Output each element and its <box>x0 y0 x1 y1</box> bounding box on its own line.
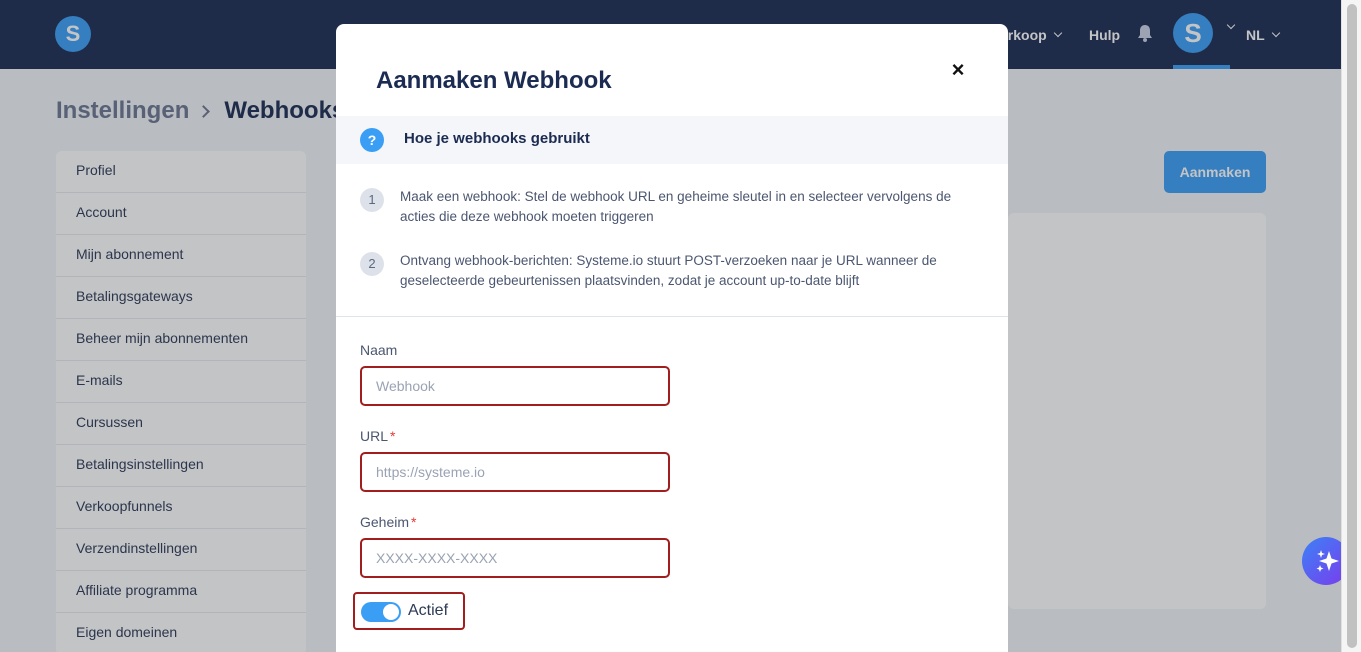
step-text: Ontvang webhook-berichten: Systeme.io st… <box>400 253 937 288</box>
help-section-title: Hoe je webhooks gebruikt <box>404 130 590 147</box>
active-toggle-switch[interactable] <box>361 602 401 622</box>
create-webhook-modal: Aanmaken Webhook × ? Hoe je webhooks geb… <box>336 24 1008 652</box>
scrollbar-thumb[interactable] <box>1347 4 1357 648</box>
toggle-knob <box>383 604 399 620</box>
page-scrollbar[interactable] <box>1341 0 1361 652</box>
secret-label-text: Geheim <box>360 514 410 530</box>
name-input[interactable] <box>360 366 670 406</box>
name-label-text: Naam <box>360 342 398 358</box>
modal-title: Aanmaken Webhook <box>376 67 612 94</box>
question-icon: ? <box>360 128 384 152</box>
required-asterisk: * <box>390 428 396 444</box>
name-field-label: Naam <box>360 342 397 358</box>
url-input[interactable] <box>360 452 670 492</box>
url-label-text: URL <box>360 428 389 444</box>
required-asterisk: * <box>411 514 417 530</box>
section-divider <box>336 316 1008 317</box>
step-number-badge: 1 <box>360 188 384 212</box>
help-section-header[interactable]: ? Hoe je webhooks gebruikt <box>336 116 1008 164</box>
close-icon[interactable]: × <box>948 59 968 81</box>
url-field-label: URL * <box>360 428 395 444</box>
active-toggle-label: Actief <box>408 602 449 619</box>
secret-field-label: Geheim * <box>360 514 416 530</box>
step-number-badge: 2 <box>360 252 384 276</box>
step-text: Maak een webhook: Stel de webhook URL en… <box>400 189 952 224</box>
active-toggle-group[interactable]: Actief <box>353 592 465 630</box>
secret-input[interactable] <box>360 538 670 578</box>
